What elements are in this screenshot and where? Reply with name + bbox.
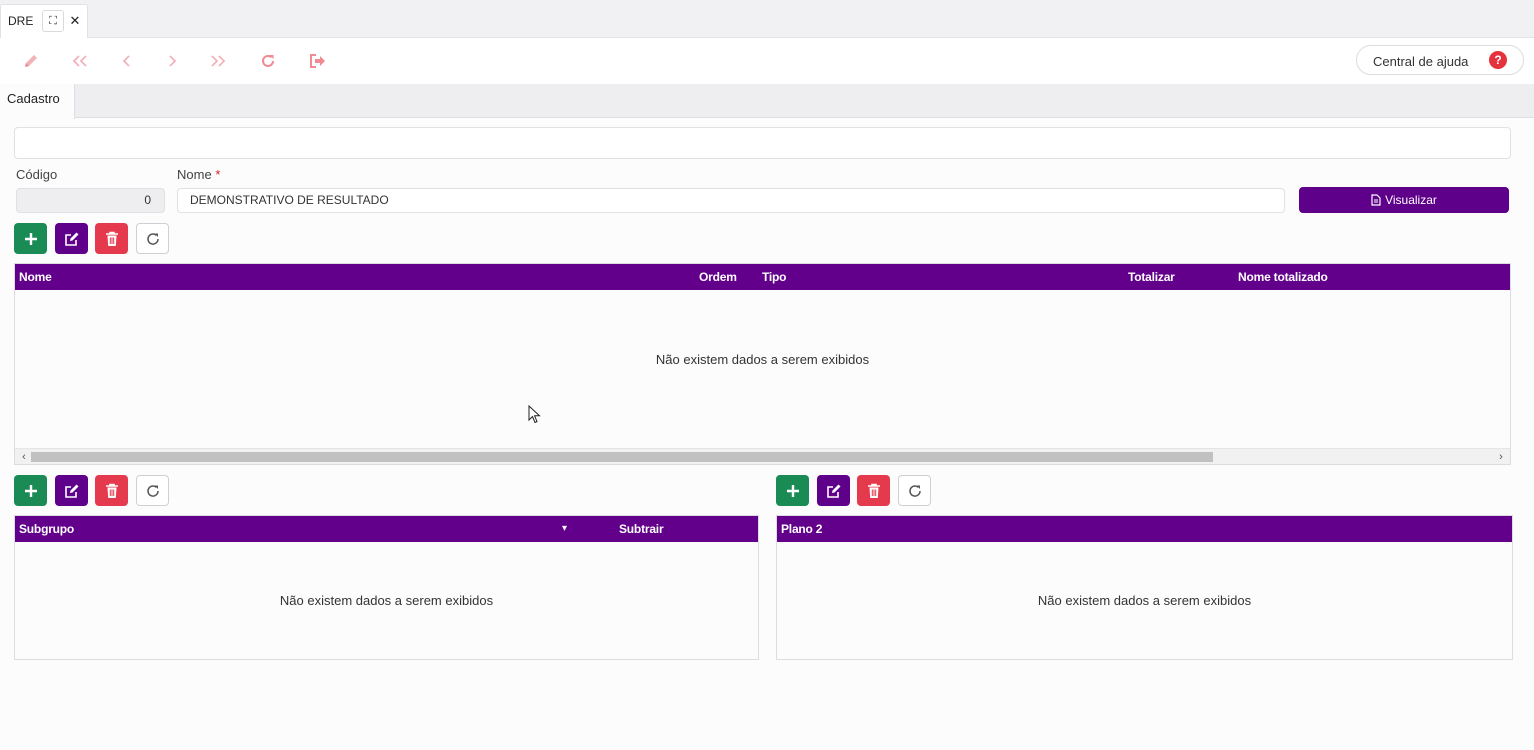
edit-icon bbox=[64, 232, 78, 246]
column-header-subtrair[interactable]: Subtrair bbox=[619, 522, 664, 536]
trash-icon bbox=[105, 231, 118, 246]
refresh-button[interactable] bbox=[136, 223, 169, 254]
trash-icon bbox=[105, 483, 118, 498]
codigo-label: Código bbox=[16, 167, 58, 182]
edit-button[interactable] bbox=[55, 223, 88, 254]
refresh-icon[interactable] bbox=[255, 48, 281, 74]
next-record-icon[interactable] bbox=[159, 48, 185, 74]
dre-lines-grid: Nome Ordem Tipo Totalizar Nome totalizad… bbox=[14, 263, 1511, 465]
column-header-ordem[interactable]: Ordem bbox=[699, 270, 737, 284]
plano-delete-button[interactable] bbox=[857, 475, 890, 506]
subgroup-grid-header: Subgrupo ▾ Subtrair bbox=[15, 516, 758, 542]
close-icon[interactable]: ✕ bbox=[66, 10, 84, 32]
refresh-icon bbox=[908, 484, 921, 497]
scroll-right-icon[interactable]: › bbox=[1494, 449, 1508, 465]
column-header-plano-2[interactable]: Plano 2 bbox=[781, 522, 822, 536]
plano-grid-header: Plano 2 bbox=[777, 516, 1512, 542]
tab-cadastro[interactable]: Cadastro bbox=[0, 84, 75, 119]
codigo-field: 0 bbox=[16, 188, 165, 213]
plano-grid: Plano 2 Não existem dados a serem exibid… bbox=[776, 515, 1513, 660]
mouse-cursor-icon bbox=[528, 405, 541, 424]
help-center-button[interactable]: Central de ajuda ? bbox=[1356, 45, 1524, 75]
subgroup-delete-button[interactable] bbox=[95, 475, 128, 506]
plus-icon bbox=[786, 484, 799, 497]
subgroup-edit-button[interactable] bbox=[55, 475, 88, 506]
sort-dropdown-icon[interactable]: ▾ bbox=[562, 523, 567, 534]
trash-icon bbox=[867, 483, 880, 498]
pencil-icon[interactable] bbox=[18, 48, 44, 74]
required-marker: * bbox=[215, 167, 221, 182]
record-toolbar bbox=[0, 38, 1534, 84]
maximize-icon[interactable]: ⛶ bbox=[42, 10, 64, 32]
info-bar bbox=[14, 127, 1511, 159]
edit-icon bbox=[826, 484, 840, 498]
plano-add-button[interactable] bbox=[776, 475, 809, 506]
plano-refresh-button[interactable] bbox=[898, 475, 931, 506]
plano-empty-message: Não existem dados a serem exibidos bbox=[1037, 593, 1252, 608]
column-header-totalizar[interactable]: Totalizar bbox=[1128, 270, 1175, 284]
delete-button[interactable] bbox=[95, 223, 128, 254]
scrollbar-thumb[interactable] bbox=[31, 452, 1213, 462]
subgroup-refresh-button[interactable] bbox=[136, 475, 169, 506]
column-header-tipo[interactable]: Tipo bbox=[762, 270, 787, 284]
scroll-left-icon[interactable]: ‹ bbox=[17, 449, 31, 465]
exit-icon[interactable] bbox=[305, 48, 331, 74]
nome-field[interactable]: DEMONSTRATIVO DE RESULTADO bbox=[177, 188, 1285, 213]
first-record-icon[interactable] bbox=[67, 48, 93, 74]
last-record-icon[interactable] bbox=[205, 48, 231, 74]
column-header-nome[interactable]: Nome bbox=[19, 270, 52, 284]
nome-label: Nome * bbox=[177, 167, 220, 182]
visualizar-button[interactable]: Visualizar bbox=[1299, 187, 1509, 213]
edit-icon bbox=[64, 484, 78, 498]
plano-edit-button[interactable] bbox=[817, 475, 850, 506]
subgroup-add-button[interactable] bbox=[14, 475, 47, 506]
plus-icon bbox=[24, 232, 37, 245]
help-center-label: Central de ajuda bbox=[1373, 54, 1469, 69]
nome-label-text: Nome bbox=[177, 167, 212, 182]
refresh-icon bbox=[146, 232, 159, 245]
subgroup-grid: Subgrupo ▾ Subtrair Não existem dados a … bbox=[14, 515, 759, 660]
visualizar-label: Visualizar bbox=[1385, 193, 1437, 207]
subgroup-empty-message: Não existem dados a serem exibidos bbox=[279, 593, 494, 608]
previous-record-icon[interactable] bbox=[114, 48, 140, 74]
question-icon: ? bbox=[1489, 51, 1507, 69]
column-header-subgrupo[interactable]: Subgrupo bbox=[19, 522, 74, 536]
tab-cadastro-label: Cadastro bbox=[7, 91, 60, 106]
document-tab[interactable]: DRE ⛶ ✕ bbox=[0, 4, 88, 38]
plus-icon bbox=[24, 484, 37, 497]
document-icon bbox=[1371, 194, 1381, 206]
refresh-icon bbox=[146, 484, 159, 497]
add-button[interactable] bbox=[14, 223, 47, 254]
section-tab-bar bbox=[0, 84, 1534, 118]
column-header-nome-totalizado[interactable]: Nome totalizado bbox=[1238, 270, 1328, 284]
horizontal-scrollbar[interactable]: ‹ › bbox=[15, 448, 1510, 464]
grid-header: Nome Ordem Tipo Totalizar Nome totalizad… bbox=[15, 264, 1510, 290]
empty-message: Não existem dados a serem exibidos bbox=[655, 352, 870, 367]
document-tab-label: DRE bbox=[8, 14, 34, 28]
window-tab-bar bbox=[0, 0, 1534, 38]
